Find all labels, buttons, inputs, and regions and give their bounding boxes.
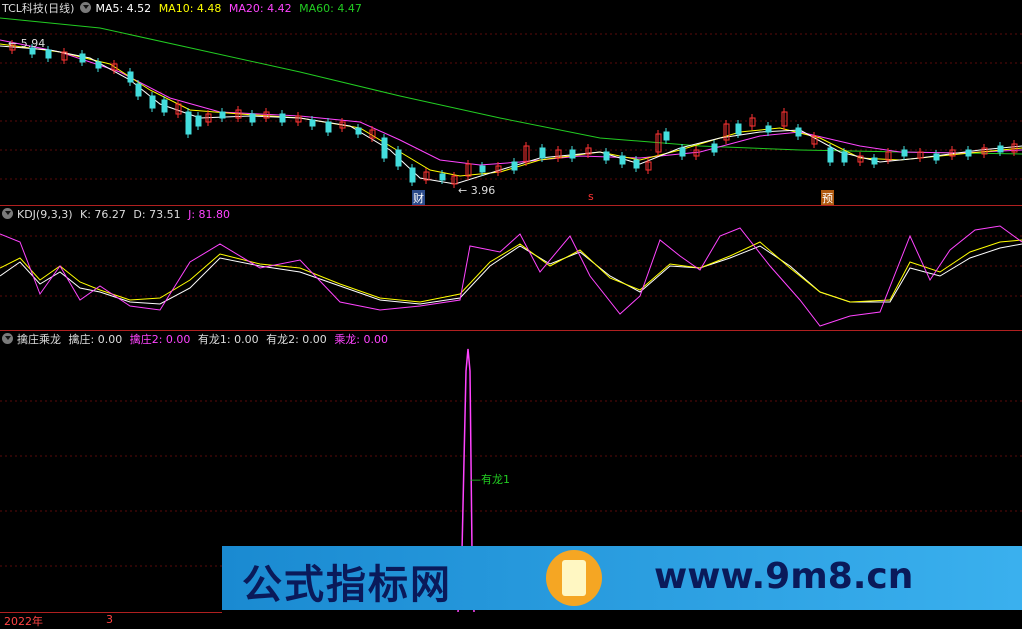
kdj-header: KDJ(9,3,3) K: 76.27 D: 73.51 J: 81.80 — [2, 207, 234, 223]
watermark-url: www.9m8.cn — [654, 556, 914, 597]
spike-label: —有龙1 — [470, 473, 510, 486]
price-panel: TCL科技(日线) MA5: 4.52 MA10: 4.48 MA20: 4.42… — [0, 0, 1022, 206]
indicator-header: 擒庄乘龙 擒庄: 0.00 擒庄2: 0.00 有龙1: 0.00 有龙2: 0… — [2, 332, 392, 348]
ma20-label: MA20: 4.42 — [228, 2, 292, 15]
gear-icon[interactable] — [2, 333, 13, 344]
yl1-label: 有龙1: 0.00 — [197, 333, 259, 346]
watermark-left-text: 公式指标网 — [242, 562, 452, 608]
kdj-j-label: J: 81.80 — [188, 208, 231, 221]
low-value: 3.96 — [470, 184, 496, 197]
ma10-label: MA10: 4.48 — [158, 2, 222, 15]
candle-body — [997, 145, 1004, 153]
indicator-title: 擒庄乘龙 — [17, 333, 61, 346]
candle-body — [765, 125, 772, 133]
tag-cai[interactable]: 财 — [412, 190, 425, 206]
candle-body — [185, 111, 192, 135]
month-label: 3 — [106, 613, 113, 626]
qz2-label: 擒庄2: 0.00 — [129, 333, 191, 346]
candle-body — [663, 131, 670, 141]
candle-body — [539, 147, 546, 159]
candle-body — [933, 153, 940, 161]
candle-body — [679, 147, 686, 157]
candle-body — [901, 149, 908, 157]
tag-s[interactable]: s — [588, 190, 594, 203]
candle-body — [219, 111, 226, 119]
watermark-logo-icon — [546, 550, 602, 606]
price-chart — [0, 17, 1022, 188]
candle-body — [45, 49, 52, 59]
qz-label: 擒庄: 0.00 — [68, 333, 123, 346]
kdj-d-label: D: 73.51 — [133, 208, 181, 221]
price-header: TCL科技(日线) MA5: 4.52 MA10: 4.48 MA20: 4.42… — [2, 1, 366, 17]
candle-body — [195, 115, 202, 127]
watermark-banner: 公式指标网 www.9m8.cn — [222, 546, 1022, 610]
candle-body — [149, 95, 156, 109]
kdj-k-label: K: 76.27 — [80, 208, 126, 221]
candle-body — [355, 127, 362, 135]
gear-icon[interactable] — [2, 208, 13, 219]
candle-body — [479, 165, 486, 173]
candle-body — [439, 173, 446, 181]
high-value: 5.94 — [20, 37, 46, 50]
high-marker: ← 5.94 — [8, 37, 46, 50]
kdj-chart — [0, 225, 1022, 327]
candle-body — [95, 61, 102, 69]
candle-body — [409, 167, 416, 183]
candle-body — [569, 149, 576, 159]
kdj-title: KDJ(9,3,3) — [17, 208, 73, 221]
cl-label: 乘龙: 0.00 — [334, 333, 389, 346]
candle-body — [603, 151, 610, 161]
kdj-panel: KDJ(9,3,3) K: 76.27 D: 73.51 J: 81.80 — [0, 206, 1022, 330]
candle-body — [735, 123, 742, 135]
candle-body — [795, 127, 802, 137]
kdj-k-line — [0, 239, 1022, 303]
candle-body — [619, 155, 626, 165]
candle-body — [381, 137, 388, 159]
kdj-j-line — [0, 225, 1022, 327]
candle-body — [711, 143, 718, 153]
candle-body — [279, 113, 286, 123]
candle-body — [395, 149, 402, 167]
ma5-label: MA5: 4.52 — [95, 2, 152, 15]
stock-title: TCL科技(日线) — [2, 2, 75, 15]
ma60-line — [0, 17, 1022, 155]
candle-body — [965, 149, 972, 157]
low-marker: ← 3.96 — [458, 184, 496, 197]
chevron-down-icon[interactable] — [80, 2, 92, 13]
spike-label-text: 有龙1 — [481, 473, 510, 486]
candle-body — [309, 119, 316, 127]
candle-body — [633, 159, 640, 169]
ma10-line — [0, 43, 1022, 177]
time-axis: 2022年 3 — [0, 612, 222, 628]
candle-body — [871, 157, 878, 165]
candle-body — [249, 113, 256, 123]
candle-body — [325, 121, 332, 133]
tag-yu[interactable]: 预 — [821, 190, 834, 206]
yl2-label: 有龙2: 0.00 — [266, 333, 327, 346]
candle-body — [511, 161, 518, 171]
ma5-line — [0, 45, 1022, 185]
candle-body — [161, 99, 168, 113]
candle-body — [841, 151, 848, 163]
candle-body — [135, 83, 142, 97]
candle-body — [79, 53, 86, 63]
candle-body — [127, 71, 134, 83]
kdj-d-line — [0, 243, 1022, 305]
candle-body — [827, 147, 834, 163]
ma60-label: MA60: 4.47 — [299, 2, 362, 15]
